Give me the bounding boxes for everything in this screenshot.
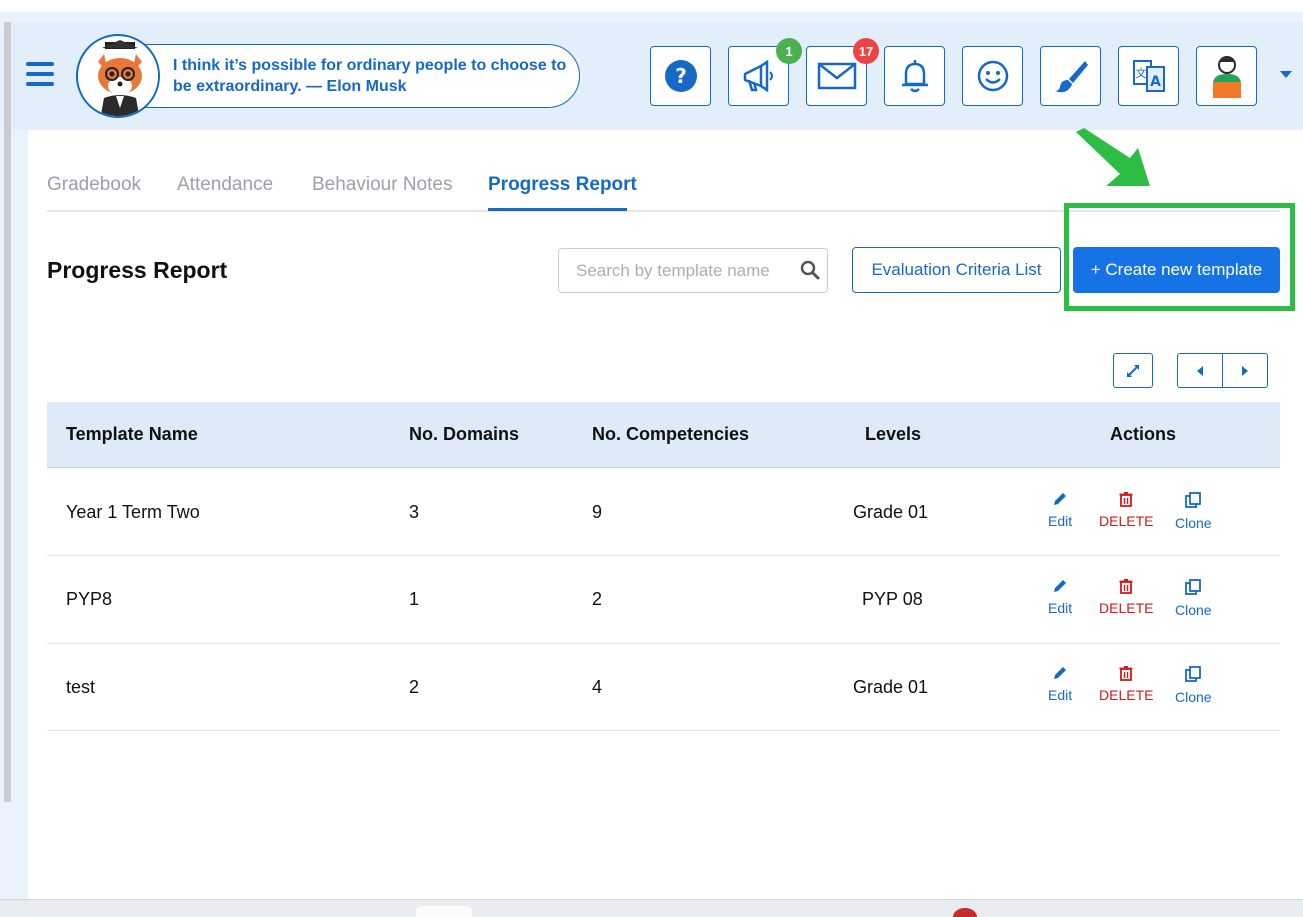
template-name-cell: Year 1 Term Two bbox=[66, 502, 200, 522]
expand-button[interactable] bbox=[1113, 353, 1153, 388]
template-name-cell: PYP8 bbox=[66, 589, 113, 609]
announcement-icon bbox=[743, 59, 773, 93]
clone-label: Clone bbox=[1175, 515, 1212, 531]
translate-icon: A文 bbox=[1132, 60, 1165, 92]
user-avatar-icon bbox=[1212, 56, 1241, 98]
edit-label: Edit bbox=[1048, 687, 1073, 703]
mood-button[interactable] bbox=[962, 46, 1023, 106]
paintbrush-icon bbox=[1054, 61, 1088, 93]
bottom-tab[interactable] bbox=[416, 906, 472, 917]
pencil-icon bbox=[1054, 493, 1067, 505]
template-name-cell: test bbox=[66, 677, 96, 697]
svg-text:A: A bbox=[1150, 74, 1161, 90]
tab-attendance[interactable]: Attendance bbox=[177, 174, 273, 196]
competencies-cell: 2 bbox=[592, 589, 603, 609]
svg-text:文: 文 bbox=[1135, 66, 1146, 80]
levels-cell: PYP 08 bbox=[862, 589, 923, 609]
mail-badge: 17 bbox=[853, 38, 879, 64]
smiley-icon bbox=[977, 60, 1008, 92]
quote-text: I think it’s possible for ordinary peopl… bbox=[173, 57, 567, 95]
expand-icon bbox=[1127, 364, 1139, 377]
table-row bbox=[47, 469, 1280, 556]
green-arrow-annotation bbox=[1076, 128, 1150, 186]
table-row bbox=[47, 644, 1280, 731]
evaluation-criteria-list-button[interactable]: Evaluation Criteria List bbox=[852, 247, 1061, 293]
edit-label: Edit bbox=[1048, 600, 1073, 616]
edit-button[interactable]: Edit bbox=[1048, 665, 1072, 703]
domains-cell: 2 bbox=[409, 677, 420, 697]
profile-button[interactable] bbox=[1196, 46, 1257, 106]
pagination-controls bbox=[1177, 353, 1268, 388]
tab-progress-report[interactable]: Progress Report bbox=[488, 174, 637, 196]
search-box bbox=[558, 248, 828, 293]
clone-button[interactable]: Clone bbox=[1175, 665, 1212, 705]
next-page-button[interactable] bbox=[1223, 354, 1267, 387]
tab-behaviour-notes[interactable]: Behaviour Notes bbox=[312, 174, 452, 196]
announcement-badge: 1 bbox=[776, 38, 802, 64]
clone-label: Clone bbox=[1175, 689, 1212, 705]
page-title: Progress Report bbox=[47, 257, 228, 283]
clone-button[interactable]: Clone bbox=[1175, 491, 1212, 531]
hamburger-menu-icon[interactable] bbox=[26, 62, 54, 86]
help-button[interactable]: ? bbox=[650, 46, 711, 106]
trash-icon bbox=[1119, 492, 1133, 507]
highlight-annotation-box bbox=[1064, 203, 1295, 311]
pencil-icon bbox=[1054, 580, 1067, 592]
delete-label: DELETE bbox=[1099, 600, 1154, 616]
window-top-strip bbox=[0, 0, 1303, 12]
copy-icon bbox=[1185, 579, 1202, 595]
table-row bbox=[47, 557, 1280, 644]
caret-left-icon bbox=[1197, 365, 1203, 376]
delete-button[interactable]: DELETE bbox=[1099, 665, 1153, 703]
domains-cell: 3 bbox=[409, 502, 420, 522]
edit-label: Edit bbox=[1048, 513, 1073, 529]
domains-cell: 1 bbox=[409, 589, 420, 609]
competencies-cell: 4 bbox=[592, 677, 603, 697]
prev-page-button[interactable] bbox=[1178, 354, 1223, 387]
trash-icon bbox=[1119, 666, 1133, 681]
left-scrollbar[interactable] bbox=[4, 22, 11, 802]
delete-button[interactable]: DELETE bbox=[1099, 578, 1153, 616]
edit-button[interactable]: Edit bbox=[1048, 578, 1072, 616]
mascot-fox-icon bbox=[76, 34, 160, 118]
clone-button[interactable]: Clone bbox=[1175, 578, 1212, 618]
pencil-icon bbox=[1054, 667, 1067, 679]
delete-button[interactable]: DELETE bbox=[1099, 491, 1153, 529]
competencies-cell: 9 bbox=[592, 502, 603, 522]
active-tab-indicator bbox=[488, 208, 627, 211]
column-header-levels: Levels bbox=[865, 424, 922, 444]
search-input[interactable] bbox=[560, 250, 786, 291]
help-icon: ? bbox=[664, 60, 697, 92]
column-header-actions: Actions bbox=[1110, 424, 1177, 444]
mail-icon bbox=[817, 62, 856, 90]
svg-text:?: ? bbox=[675, 64, 687, 88]
trash-icon bbox=[1119, 579, 1133, 594]
language-button[interactable]: A文 bbox=[1118, 46, 1179, 106]
levels-cell: Grade 01 bbox=[853, 677, 929, 697]
notifications-button[interactable] bbox=[884, 46, 945, 106]
copy-icon bbox=[1185, 492, 1202, 508]
column-header-domains: No. Domains bbox=[409, 424, 520, 444]
profile-dropdown-caret-icon[interactable] bbox=[1280, 71, 1292, 78]
caret-right-icon bbox=[1242, 365, 1248, 376]
delete-label: DELETE bbox=[1099, 687, 1154, 703]
delete-label: DELETE bbox=[1099, 513, 1154, 529]
bottom-taskbar bbox=[0, 899, 1303, 917]
column-header-competencies: No. Competencies bbox=[592, 424, 750, 444]
levels-cell: Grade 01 bbox=[853, 502, 929, 522]
edit-button[interactable]: Edit bbox=[1048, 491, 1072, 529]
copy-icon bbox=[1185, 666, 1202, 682]
theme-button[interactable] bbox=[1040, 46, 1101, 106]
tab-gradebook[interactable]: Gradebook bbox=[47, 174, 141, 196]
column-header-template-name: Template Name bbox=[66, 424, 198, 444]
bell-icon bbox=[901, 60, 928, 93]
clone-label: Clone bbox=[1175, 602, 1212, 618]
search-icon[interactable] bbox=[800, 260, 820, 280]
